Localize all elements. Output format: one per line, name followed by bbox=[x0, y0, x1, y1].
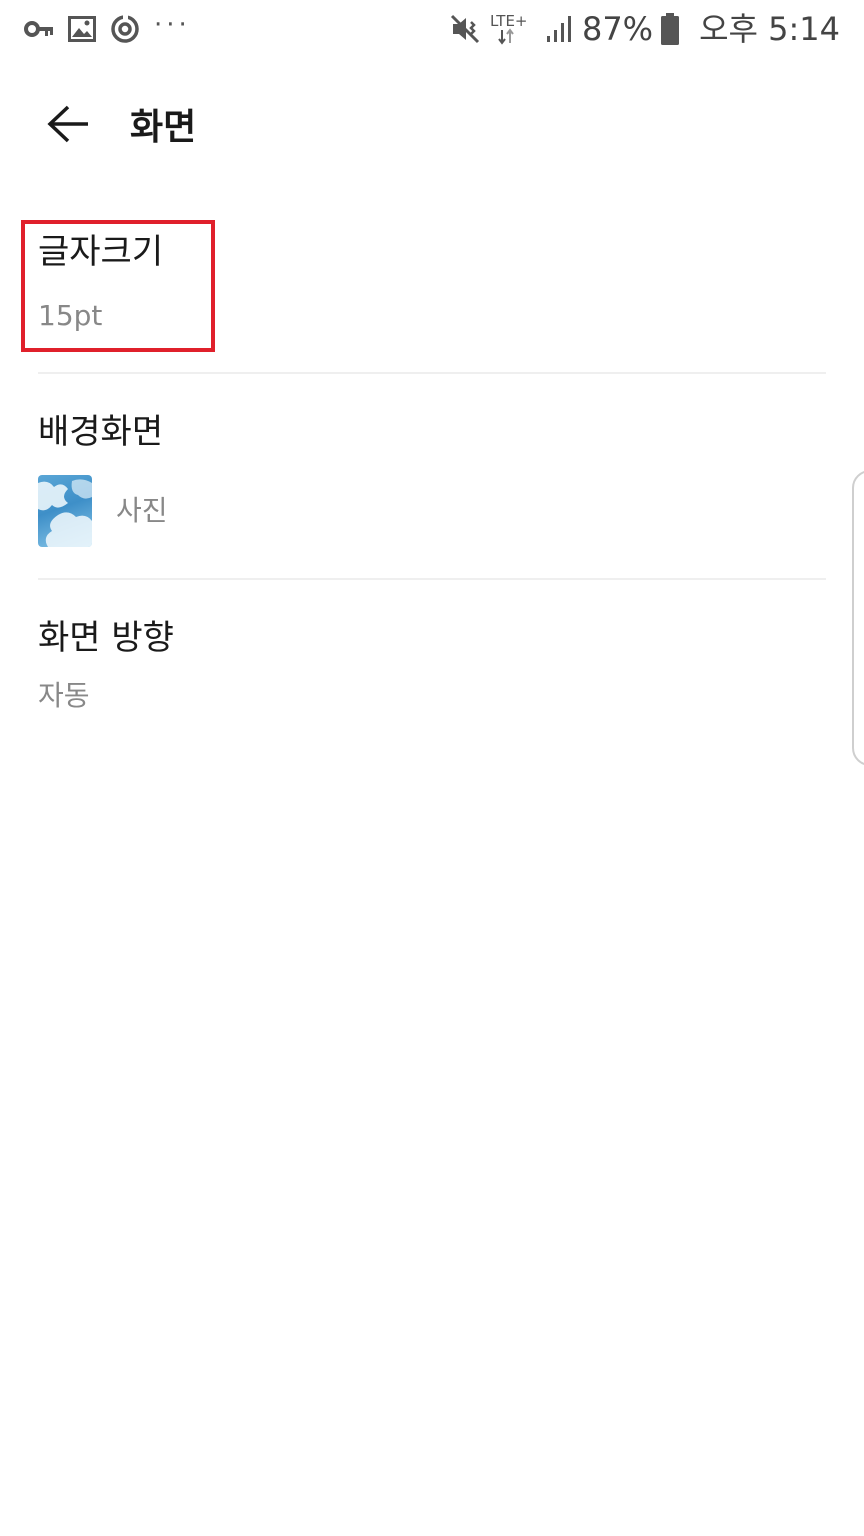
key-icon bbox=[24, 20, 54, 38]
battery-percent: 87% bbox=[581, 10, 654, 48]
orientation-value: 자동 bbox=[38, 678, 90, 712]
clock: 오후 5:14 bbox=[699, 10, 840, 48]
font-size-title: 글자크기 bbox=[38, 232, 164, 272]
status-right: LTE+ 87% 오후 5:14 bbox=[450, 12, 840, 46]
battery-icon bbox=[661, 13, 680, 45]
status-bar: ··· LTE+ 87% 오후 5:14 bbox=[0, 0, 864, 58]
font-size-setting[interactable]: 글자크기 15pt bbox=[21, 200, 826, 372]
page-title: 화면 bbox=[130, 107, 197, 148]
arrow-back-icon bbox=[47, 105, 88, 143]
back-button[interactable] bbox=[20, 78, 116, 170]
orientation-title: 화면 방향 bbox=[38, 618, 174, 658]
sync-icon bbox=[110, 14, 140, 44]
lte-icon: LTE+ bbox=[490, 12, 538, 46]
background-setting[interactable]: 배경화면 사진 bbox=[38, 374, 826, 578]
app-bar: 화면 bbox=[0, 78, 864, 170]
edge-panel-handle[interactable] bbox=[852, 470, 864, 766]
screen: ··· LTE+ 87% 오후 5:14 화면 글자크기 15pt 배경화면 사… bbox=[0, 0, 864, 1536]
status-left: ··· bbox=[24, 10, 191, 44]
more-notifications-icon: ··· bbox=[154, 10, 191, 40]
background-value-row: 사진 bbox=[38, 474, 826, 547]
signal-icon bbox=[546, 14, 574, 44]
image-icon bbox=[68, 16, 96, 42]
orientation-setting[interactable]: 화면 방향 자동 bbox=[38, 580, 826, 750]
background-thumbnail bbox=[38, 474, 92, 547]
font-size-value: 15pt bbox=[38, 298, 103, 332]
vibrate-mute-icon bbox=[450, 14, 482, 44]
settings-list: 글자크기 15pt 배경화면 사진 화면 방향 자동 bbox=[0, 200, 864, 750]
lte-label: LTE+ bbox=[490, 12, 528, 30]
background-value: 사진 bbox=[116, 494, 168, 527]
background-title: 배경화면 bbox=[38, 412, 164, 452]
